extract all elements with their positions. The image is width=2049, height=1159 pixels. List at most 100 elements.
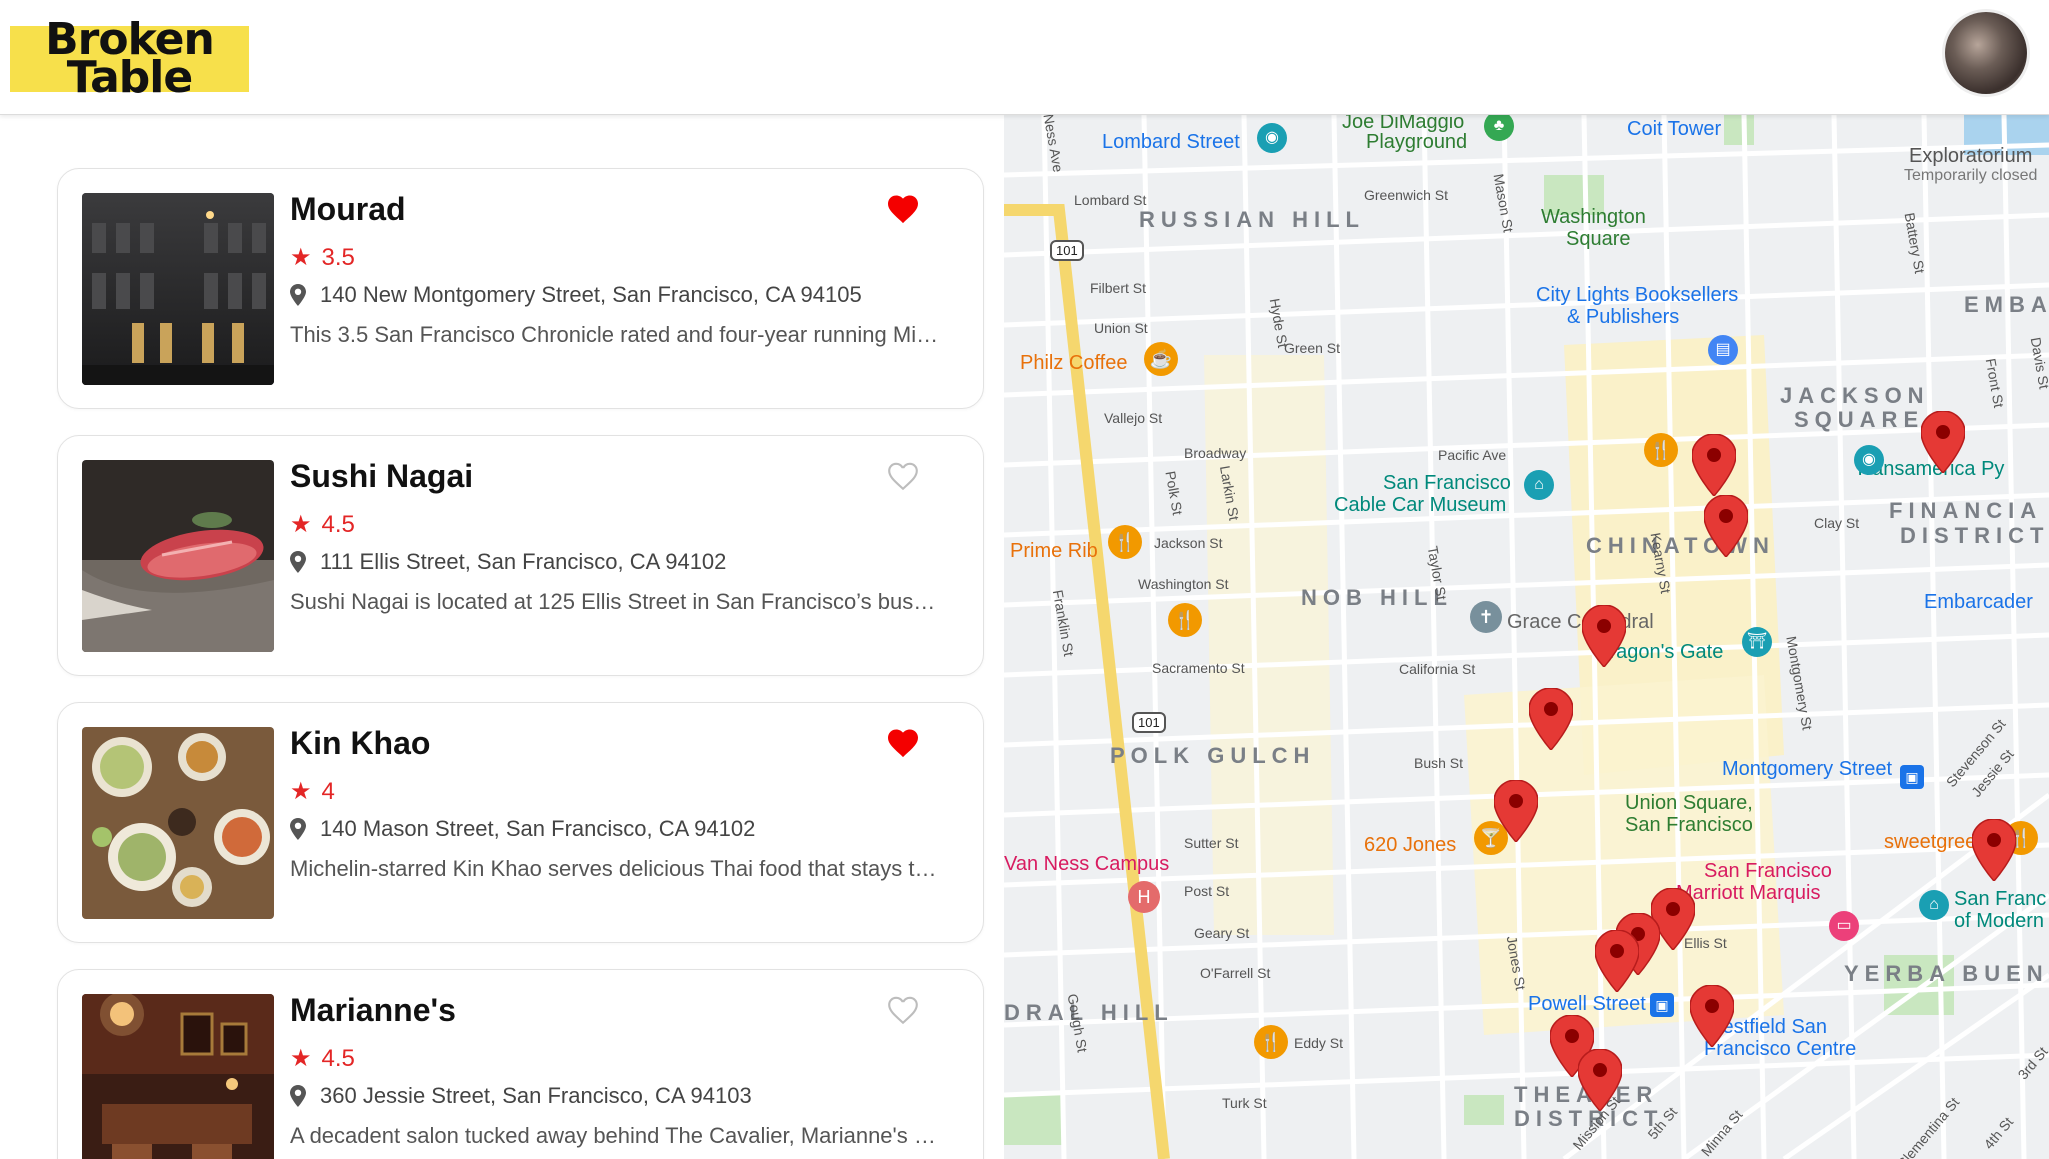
poi-label[interactable]: Square [1566,228,1631,251]
poi-label[interactable]: Playground [1366,131,1467,154]
transit-icon[interactable]: ▣ [1650,993,1674,1017]
restaurant-marker[interactable] [1529,688,1573,750]
poi-label[interactable]: Marriott Marquis [1676,882,1820,905]
address-text: 360 Jessie Street, San Francisco, CA 941… [320,1083,752,1108]
restaurant-list: Mourad ★ 3.5 140 New Montgomery Street, … [0,115,1003,1159]
poi-label[interactable]: Powell Street [1528,993,1646,1016]
restaurant-marker[interactable] [1704,495,1748,557]
poi-label[interactable]: Van Ness Campus [1004,853,1169,876]
poi-label: Temporarily closed [1904,167,2038,184]
restaurant-name[interactable]: Marianne's [290,992,456,1029]
highway-shield: 101 [1050,240,1084,261]
museum-icon[interactable]: ⌂ [1524,470,1554,500]
poi-label[interactable]: Coit Tower [1627,118,1721,141]
poi-label[interactable]: Montgomery Street [1722,758,1892,781]
rating-value: 3.5 [321,243,355,271]
restaurant-marker[interactable] [1972,819,2016,881]
restaurant-icon[interactable]: 🍴 [1168,603,1202,637]
street-label: Sacramento St [1152,660,1245,676]
rating-value: 4 [321,777,335,805]
street-label: Vallejo St [1104,410,1163,426]
address-text: 140 Mason Street, San Francisco, CA 9410… [320,816,756,841]
location-pin-icon [290,818,306,840]
street-label: Greenwich St [1364,187,1449,203]
map-view[interactable]: RUSSIAN HILL JACKSON SQUARE FINANCIA DIS… [1004,115,2049,1159]
poi-label[interactable]: 620 Jones [1364,834,1456,857]
user-avatar[interactable] [1945,12,2027,94]
transit-icon[interactable]: ▣ [1900,765,1924,789]
poi-label[interactable]: Embarcader [1924,591,2033,614]
restaurant-card[interactable]: Marianne's ★ 4.5 360 Jessie Street, San … [57,969,984,1159]
street-label: Jackson St [1154,535,1223,551]
street-label: Bush St [1414,755,1464,771]
hotel-icon[interactable]: ▭ [1829,911,1859,941]
restaurant-icon[interactable]: 🍴 [1254,1025,1288,1059]
district-label: SQUARE [1794,407,1925,432]
restaurant-name[interactable]: Mourad [290,191,406,228]
hospital-icon[interactable]: H [1128,881,1160,913]
church-icon[interactable]: ✝ [1470,601,1502,633]
heart-filled-icon[interactable] [885,725,921,761]
highway-shield: 101 [1132,712,1166,733]
poi-label[interactable]: San Francisco [1704,860,1832,883]
shopping-icon[interactable]: ▤ [1708,335,1738,365]
restaurant-marker[interactable] [1582,605,1626,667]
restaurant-icon[interactable]: 🍴 [1108,525,1142,559]
restaurant-address: 140 New Montgomery Street, San Francisco… [290,282,862,308]
poi-label[interactable]: of Modern [1954,910,2044,933]
restaurant-rating: ★ 3.5 [290,243,355,272]
restaurant-marker[interactable] [1692,434,1736,496]
restaurant-rating: ★ 4.5 [290,1044,355,1073]
poi-label[interactable]: Philz Coffee [1020,352,1127,375]
camera-icon[interactable]: ◉ [1854,445,1884,475]
poi-label[interactable]: Washington [1541,206,1646,229]
poi-label[interactable]: Prime Rib [1010,540,1098,563]
district-label: DRAL HILL [1004,1000,1174,1025]
restaurant-icon[interactable]: 🍴 [1644,433,1678,467]
location-pin-icon [290,284,306,306]
restaurant-marker[interactable] [1494,780,1538,842]
poi-label[interactable]: Union Square, [1625,792,1753,815]
star-icon: ★ [290,1045,312,1072]
street-label: Sutter St [1184,835,1239,851]
poi-label[interactable]: Cable Car Museum [1334,494,1506,517]
street-label: Union St [1094,320,1148,336]
heart-outline-icon[interactable] [885,458,921,494]
restaurant-address: 111 Ellis Street, San Francisco, CA 9410… [290,549,726,575]
poi-label[interactable]: San Francisco [1625,814,1753,837]
coffee-icon[interactable]: ☕ [1144,342,1178,376]
district-label: RUSSIAN HILL [1139,207,1365,232]
poi-label[interactable]: San Franc [1954,888,2046,911]
poi-label[interactable]: & Publishers [1567,306,1679,329]
poi-label[interactable]: Grace Cathedral [1507,611,1654,634]
district-label: POLK GULCH [1110,743,1316,768]
restaurant-photo [82,994,274,1159]
restaurant-marker[interactable] [1690,985,1734,1047]
museum-icon[interactable]: ⌂ [1919,890,1949,920]
restaurant-card[interactable]: Sushi Nagai ★ 4.5 111 Ellis Street, San … [57,435,984,676]
restaurant-photo [82,193,274,385]
broken-table-logo[interactable]: Broken Table [10,18,249,100]
street-label: Pacific Ave [1438,447,1507,463]
restaurant-marker[interactable] [1921,411,1965,473]
star-icon: ★ [290,511,312,538]
camera-icon[interactable]: ◉ [1257,123,1287,153]
street-label: O'Farrell St [1200,965,1271,981]
poi-label[interactable]: Exploratorium [1909,145,2032,168]
restaurant-name[interactable]: Kin Khao [290,725,430,762]
restaurant-name[interactable]: Sushi Nagai [290,458,473,495]
restaurant-marker[interactable] [1595,930,1639,992]
restaurant-card[interactable]: Kin Khao ★ 4 140 Mason Street, San Franc… [57,702,984,943]
district-label: FINANCIA [1889,498,2043,523]
poi-label[interactable]: City Lights Booksellers [1536,284,1738,307]
poi-label[interactable]: San Francisco [1383,472,1511,495]
rating-value: 4.5 [321,510,355,538]
restaurant-card[interactable]: Mourad ★ 3.5 140 New Montgomery Street, … [57,168,984,409]
restaurant-marker[interactable] [1578,1049,1622,1111]
restaurant-rating: ★ 4 [290,777,335,806]
heart-filled-icon[interactable] [885,191,921,227]
restaurant-description: Michelin-starred Kin Khao serves delicio… [290,856,940,881]
poi-label[interactable]: Lombard Street [1102,131,1240,154]
heart-outline-icon[interactable] [885,992,921,1028]
landmark-icon[interactable]: ⛩ [1742,627,1772,657]
